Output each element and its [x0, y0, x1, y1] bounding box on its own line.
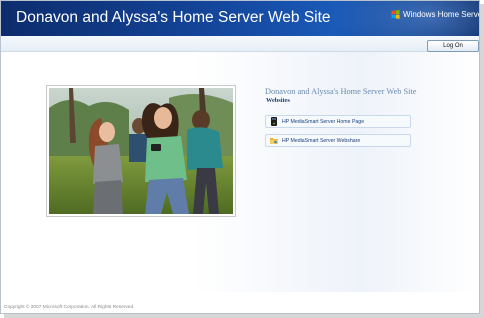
family-photo [46, 85, 236, 217]
folder-share-icon [270, 138, 278, 144]
link-hp-mediasmart-webshare[interactable]: HP MediaSmart Server Webshare [265, 134, 411, 147]
page-shadow-bottom [4, 314, 484, 318]
windows-home-server-brand: Windows Home Server [391, 10, 479, 19]
link-label: HP MediaSmart Server Webshare [282, 137, 361, 144]
link-hp-mediasmart-home-page[interactable]: HP MediaSmart Server Home Page [265, 115, 411, 128]
site-header: Donavon and Alyssa's Home Server Web Sit… [1, 1, 479, 36]
page-shadow-right [480, 4, 484, 318]
server-icon [271, 117, 277, 126]
brand-label: Windows Home Server [403, 10, 479, 19]
log-on-button[interactable]: Log On [427, 40, 479, 52]
toolbar [1, 36, 479, 52]
websites-heading: Websites [266, 97, 290, 104]
windows-flag-icon [391, 10, 400, 19]
copyright-notice: Copyright © 2007 Microsoft Corporation. … [4, 305, 135, 310]
site-title: Donavon and Alyssa's Home Server Web Sit… [16, 9, 331, 26]
browser-page: Donavon and Alyssa's Home Server Web Sit… [0, 0, 480, 314]
panel-title: Donavon and Alyssa's Home Server Web Sit… [265, 87, 417, 96]
link-label: HP MediaSmart Server Home Page [282, 118, 365, 125]
